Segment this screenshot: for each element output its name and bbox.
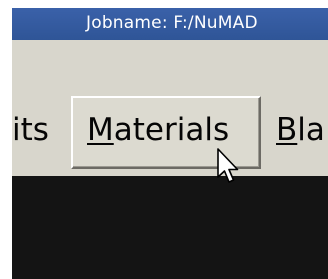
mouse-pointer-icon xyxy=(217,148,239,183)
blade-label-rest: la xyxy=(297,112,325,148)
materials-label-rest: aterials xyxy=(113,112,230,148)
materials-tab-label: Materials xyxy=(87,115,229,146)
menu-item-blade[interactable]: Bla xyxy=(276,115,325,146)
window-title-bar: Jobname: F:/NuMAD xyxy=(12,8,328,40)
menu-item-units[interactable]: its xyxy=(12,115,49,146)
screenshot-frame: Jobname: F:/NuMAD its Materials Bla xyxy=(0,0,328,279)
content-area xyxy=(12,176,328,279)
materials-mnemonic: M xyxy=(87,112,114,148)
window-title: Jobname: F:/NuMAD xyxy=(86,13,258,33)
blade-mnemonic: B xyxy=(276,112,298,148)
